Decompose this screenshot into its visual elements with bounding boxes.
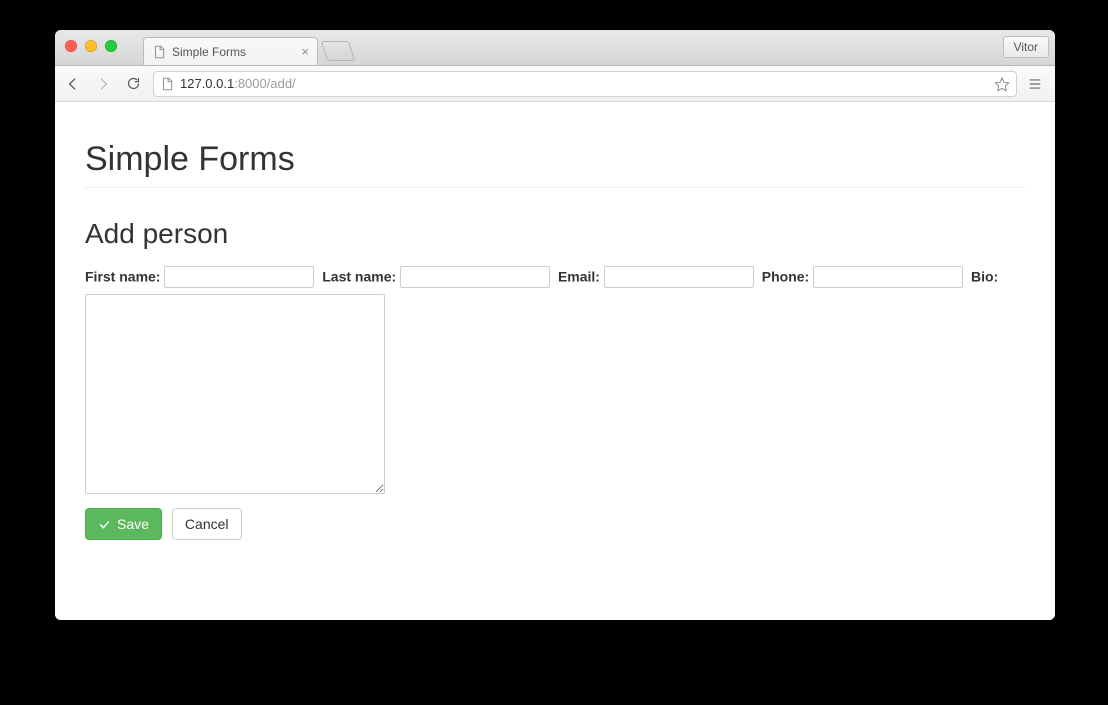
forward-button[interactable]: [93, 74, 113, 94]
tab-close-icon[interactable]: ×: [301, 45, 309, 58]
window-maximize-button[interactable]: [105, 40, 117, 52]
section-title: Add person: [85, 218, 1025, 250]
phone-input[interactable]: [813, 266, 963, 288]
profile-name: Vitor: [1014, 40, 1038, 54]
address-bar[interactable]: 127.0.0.1:8000/add/: [153, 71, 1017, 97]
cancel-button-label: Cancel: [185, 516, 229, 532]
first-name-input[interactable]: [164, 266, 314, 288]
url-path: :8000/add/: [234, 76, 295, 91]
cancel-button[interactable]: Cancel: [172, 508, 242, 540]
new-tab-button[interactable]: [321, 41, 355, 61]
titlebar: Simple Forms × Vitor: [55, 30, 1055, 66]
page-content: Simple Forms Add person First name: Last…: [55, 102, 1055, 560]
back-button[interactable]: [63, 74, 83, 94]
save-button-label: Save: [117, 516, 149, 532]
last-name-input[interactable]: [400, 266, 550, 288]
page-viewport: Simple Forms Add person First name: Last…: [55, 102, 1055, 620]
tab-title: Simple Forms: [172, 45, 295, 59]
email-label: Email:: [558, 269, 600, 285]
bio-textarea[interactable]: [85, 294, 385, 494]
divider: [85, 187, 1025, 188]
window-close-button[interactable]: [65, 40, 77, 52]
bookmark-star-icon[interactable]: [994, 76, 1010, 92]
phone-label: Phone:: [762, 269, 809, 285]
save-button[interactable]: Save: [85, 508, 162, 540]
last-name-label: Last name:: [322, 269, 396, 285]
window-controls: [65, 40, 117, 52]
url-host: 127.0.0.1: [180, 76, 234, 91]
file-icon: [160, 77, 174, 91]
reload-button[interactable]: [123, 74, 143, 94]
form-actions: Save Cancel: [85, 508, 1025, 540]
profile-badge[interactable]: Vitor: [1003, 36, 1049, 58]
browser-toolbar: 127.0.0.1:8000/add/: [55, 66, 1055, 102]
file-icon: [152, 45, 166, 59]
window-minimize-button[interactable]: [85, 40, 97, 52]
browser-tab[interactable]: Simple Forms ×: [143, 37, 318, 65]
email-input[interactable]: [604, 266, 754, 288]
bio-label: Bio:: [971, 269, 998, 285]
url-text: 127.0.0.1:8000/add/: [180, 76, 988, 91]
check-icon: [98, 518, 111, 531]
page-title: Simple Forms: [85, 140, 1025, 179]
browser-window: Simple Forms × Vitor 127.0.0.1:8000/add/: [55, 30, 1055, 620]
person-form: First name: Last name: Email: Phone: Bio…: [85, 266, 1025, 494]
first-name-label: First name:: [85, 269, 160, 285]
hamburger-menu-icon[interactable]: [1027, 77, 1047, 91]
